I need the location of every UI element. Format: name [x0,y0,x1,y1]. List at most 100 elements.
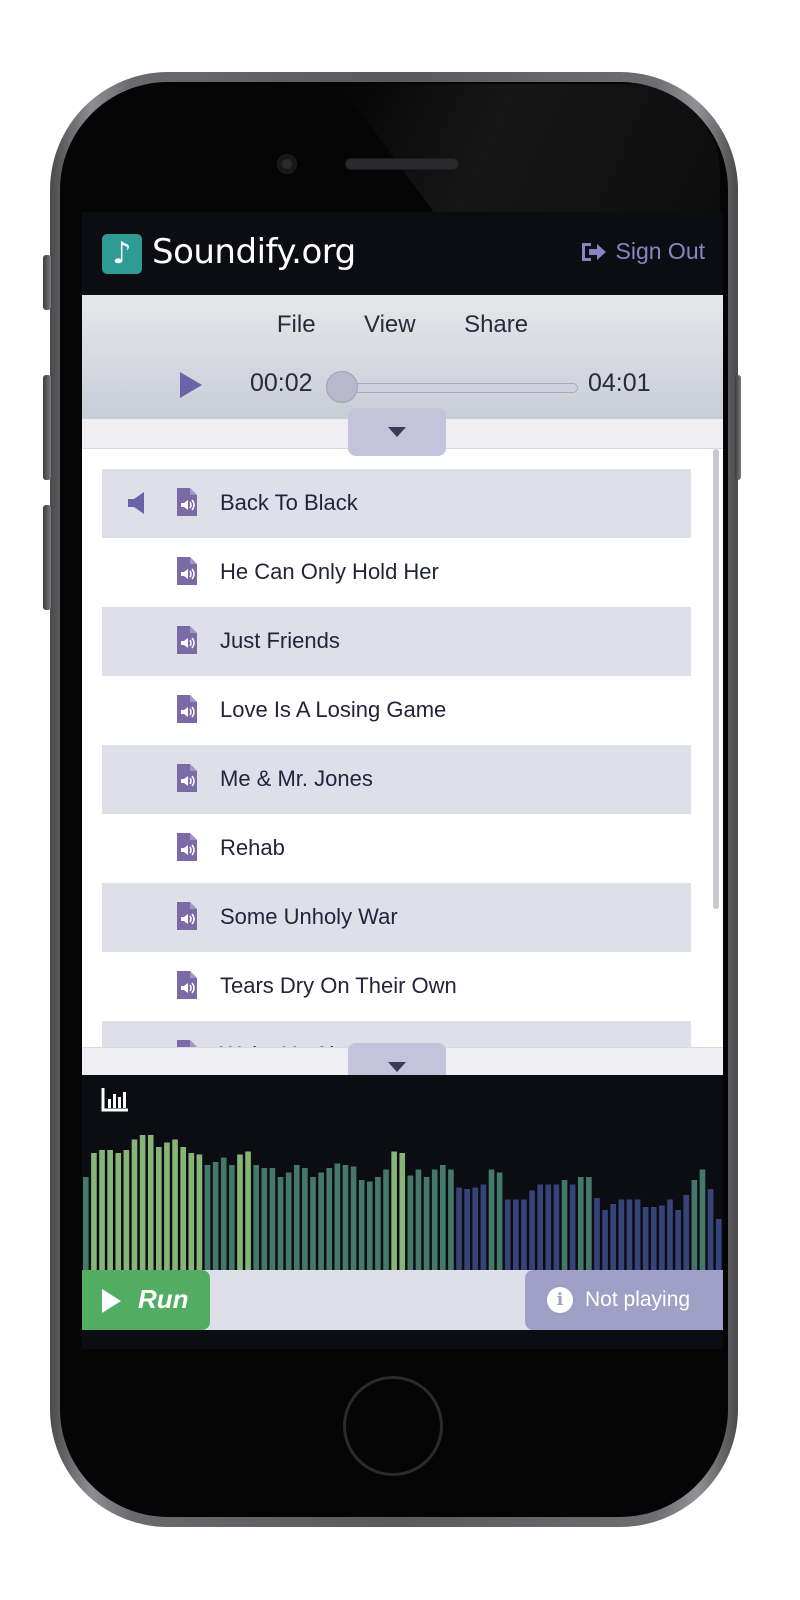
spectrum-bar [650,1207,657,1270]
spectrum-bar [513,1199,519,1270]
spectrum-bar [488,1169,495,1270]
playback-status: i Not playing [525,1270,723,1330]
playlist-row[interactable]: Tears Dry On Their Own [102,952,691,1021]
audio-file-icon [177,557,197,585]
spectrum-bar [285,1172,292,1270]
sign-out-button[interactable]: Sign Out [580,238,705,265]
playlist-scrollbar[interactable] [713,449,719,909]
spectrum-bar [626,1199,633,1270]
total-time: 04:01 [588,369,651,397]
menu-bar: File View Share [82,311,723,339]
volume-up-button [43,375,51,480]
bar-chart-icon[interactable] [101,1087,129,1113]
playlist-row[interactable]: Rehab [102,814,691,883]
spectrum-bar [456,1187,462,1270]
run-label: Run [138,1284,189,1314]
spectrum-bar [196,1154,203,1270]
audio-visualizer [82,1075,723,1270]
spectrum-bar [675,1210,681,1270]
spectrum-bar [261,1168,268,1270]
spectrum-bar [245,1151,251,1270]
current-time: 00:02 [250,369,313,397]
playlist-panel: Back To Black He Can Only Hold Her Just Fr… [82,419,723,1047]
run-button[interactable]: Run [82,1270,210,1330]
spectrum-bar [237,1154,243,1270]
playlist-row[interactable]: He Can Only Hold Her [102,538,691,607]
playlist-row[interactable]: Love Is A Losing Game [102,676,691,745]
spectrum-bar [277,1177,284,1270]
spectrum-bar [131,1139,138,1270]
spectrum-bar [610,1204,617,1270]
spectrum-bar [569,1184,576,1270]
spectrum-bar [375,1177,381,1270]
spectrum-bar [707,1189,714,1270]
spectrum-bar [391,1151,397,1270]
home-button[interactable] [343,1376,443,1476]
spectrum-bar [91,1153,97,1270]
now-playing-speaker-icon [128,492,144,514]
track-title: Rehab [220,835,285,860]
spectrum-bar [594,1198,600,1270]
spectrum-bar [642,1207,649,1270]
spectrum-bar [366,1181,373,1270]
spectrum-bar [326,1168,333,1270]
track-title: Just Friends [220,628,340,653]
collapse-player-button[interactable] [348,408,446,456]
spectrum-bar [269,1168,276,1270]
spectrum-bar [504,1199,511,1270]
front-camera [277,154,297,174]
seek-knob[interactable] [326,371,358,403]
track-title: Me & Mr. Jones [220,766,373,791]
spectrum-bar [553,1184,560,1270]
spectrum-bar [342,1165,349,1270]
sign-out-icon [581,242,606,261]
spectrum-bar [602,1210,608,1270]
spectrum-bar [448,1169,454,1270]
music-note-icon: ♪ [102,234,142,274]
audio-file-icon [177,833,197,861]
spectrum-bar [293,1165,300,1270]
power-button [735,375,741,480]
mute-switch [43,255,51,310]
play-icon[interactable] [176,370,206,400]
spectrum-bar [407,1175,414,1270]
spectrum-bar [561,1180,568,1270]
spectrum-bar [683,1195,690,1270]
spectrum-bar [529,1190,535,1270]
spectrum-bar [667,1199,673,1270]
spectrum-bar [164,1142,170,1270]
audio-file-icon [177,902,197,930]
spectrum-bar [521,1199,527,1270]
spectrum-bar [358,1180,365,1270]
spectrum-bar [715,1219,722,1270]
playlist-row[interactable]: Me & Mr. Jones [102,745,691,814]
spectrum-bar [220,1157,227,1270]
seek-track[interactable] [332,383,578,393]
spectrum-bar [318,1172,324,1270]
spectrum-bar [123,1150,130,1270]
player-bar: File View Share 00:02 04:01 [82,295,723,419]
spectrum-bar [212,1162,219,1270]
earpiece-speaker [345,158,459,170]
spectrum-bar [115,1153,122,1270]
app-title: Soundify.org [152,232,356,272]
spectrum-bar [699,1169,706,1270]
playlist-row[interactable]: Just Friends [102,607,691,676]
spectrum-bar [431,1169,438,1270]
playlist-row[interactable]: Back To Black [102,469,691,538]
menu-share[interactable]: Share [464,311,528,339]
spectrum-bar [83,1177,89,1270]
spectrum-bar [423,1177,430,1270]
track-title: Love Is A Losing Game [220,697,447,722]
spectrum-bar [156,1147,162,1270]
menu-file[interactable]: File [277,311,316,339]
spectrum-bar [440,1165,446,1270]
menu-view[interactable]: View [364,311,416,339]
spectrum-bar [545,1184,552,1270]
spectrum-bar [302,1168,308,1270]
spectrum-bar [334,1163,341,1270]
playlist-row[interactable]: Some Unholy War [102,883,691,952]
info-icon: i [547,1287,573,1313]
spectrum-bars [83,1135,722,1270]
play-icon [102,1289,121,1313]
